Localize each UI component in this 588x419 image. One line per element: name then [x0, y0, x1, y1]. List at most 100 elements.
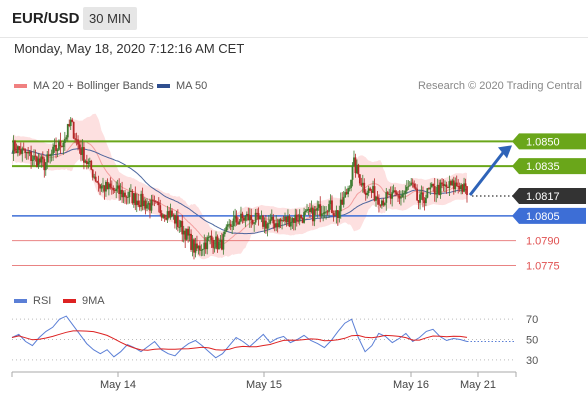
rsi-level-label-2: 30: [526, 355, 538, 367]
candle-body-218: [331, 200, 333, 214]
candle-body-212: [322, 213, 325, 215]
candle-body-271: [408, 185, 411, 187]
candle-body-129: [200, 250, 203, 251]
candle-body-150: [231, 226, 234, 227]
candle-body-229: [347, 188, 350, 195]
candle-body-283: [426, 188, 429, 198]
candle-body-54: [90, 160, 93, 170]
candle-body-165: [253, 222, 256, 224]
candle-body-261: [394, 190, 396, 193]
candle-body-31: [56, 149, 59, 152]
candle-body-49: [83, 147, 85, 163]
candle-body-174: [266, 223, 269, 229]
candle-body-278: [419, 194, 421, 203]
candle-body-197: [300, 214, 303, 218]
candle-body-45: [77, 139, 79, 145]
candle-body-268: [404, 190, 407, 194]
candle-body-206: [313, 209, 316, 222]
candle-body-226: [342, 197, 345, 205]
rsi-level-label-1: 50: [526, 335, 538, 347]
candle-body-265: [400, 197, 402, 199]
candle-body-38: [66, 124, 69, 138]
candle-body-273: [411, 182, 414, 184]
candle-body-163: [250, 215, 253, 220]
candle-body-230: [348, 187, 351, 189]
candle-body-43: [74, 138, 77, 140]
rsi-level-label-0: 70: [526, 314, 538, 326]
candle-body-133: [206, 237, 209, 250]
candle-body-141: [218, 241, 220, 250]
candle-body-287: [432, 183, 435, 187]
candle-body-7: [21, 148, 24, 154]
candle-body-95: [150, 199, 153, 211]
candle-body-250: [378, 199, 380, 205]
candle-body-137: [212, 239, 214, 248]
candle-body-309: [464, 183, 467, 187]
candle-body-61: [100, 186, 103, 189]
candle-body-155: [238, 221, 241, 225]
candle-body-35: [62, 142, 65, 147]
candle-body-113: [176, 215, 179, 228]
candle-body-37: [65, 137, 68, 140]
candle-body-254: [383, 202, 386, 206]
candle-body-96: [152, 199, 154, 201]
price-chart: 1.0850 1.0835 1.0817 1.0805 1.0790 1.0775 May …: [11, 113, 586, 391]
candle-body-296: [445, 184, 448, 187]
candle-body-231: [350, 179, 352, 188]
candle-body-223: [338, 211, 341, 218]
candle-body-159: [244, 216, 247, 221]
candle-body-16: [34, 155, 37, 157]
candle-body-293: [441, 182, 443, 184]
candle-body-289: [435, 193, 438, 195]
price-label-3: 1.0805: [526, 211, 560, 223]
candle-body-13: [30, 151, 32, 161]
candle-body-52: [87, 162, 90, 165]
candle-body-151: [232, 218, 235, 227]
candle-body-262: [395, 192, 398, 195]
candle-body-128: [198, 245, 201, 251]
candle-body-274: [413, 183, 416, 188]
candle-body-292: [439, 182, 442, 195]
rsi-ma-line: [11, 330, 468, 351]
price-label-5: 1.0775: [526, 260, 560, 272]
price-label-2: 1.0817: [526, 191, 560, 203]
candle-body-21: [41, 156, 44, 160]
candle-body-200: [304, 211, 307, 213]
candle-body-288: [433, 186, 436, 195]
x-tick-label-1: May 15: [246, 379, 282, 391]
candle-body-41: [71, 119, 74, 122]
candle-body-5: [18, 146, 21, 150]
candle-body-130: [201, 249, 204, 251]
candle-body-219: [332, 213, 335, 216]
candle-body-144: [222, 234, 225, 250]
candle-body-114: [178, 226, 181, 228]
candle-body-145: [223, 231, 226, 235]
candle-body-27: [50, 153, 53, 155]
candle-body-285: [429, 187, 432, 190]
candle-body-100: [157, 202, 160, 206]
candle-body-263: [397, 194, 399, 196]
candle-body-157: [241, 213, 244, 219]
candle-body-86: [137, 200, 140, 206]
candle-body-310: [466, 186, 468, 196]
candle-body-58: [96, 181, 99, 183]
rsi-line: [11, 315, 468, 359]
candle-body-282: [425, 197, 427, 204]
x-tick-label-3: May 21: [460, 379, 496, 391]
candle-body-266: [401, 194, 404, 198]
candle-body-176: [269, 219, 272, 224]
candle-body-249: [376, 196, 379, 200]
candle-body-80: [128, 191, 131, 198]
candle-body-23: [44, 162, 47, 171]
candle-body-256: [386, 192, 389, 195]
candle-body-28: [52, 146, 54, 154]
candle-body-46: [78, 144, 81, 149]
candle-body-166: [254, 212, 257, 223]
price-label-0: 1.0850: [526, 136, 560, 148]
candle-body-208: [316, 207, 319, 211]
candle-body-303: [455, 182, 458, 187]
candle-body-79: [127, 197, 129, 198]
candle-body-67: [109, 183, 112, 188]
price-label-4: 1.0790: [526, 236, 560, 248]
candle-body-8: [22, 148, 25, 150]
